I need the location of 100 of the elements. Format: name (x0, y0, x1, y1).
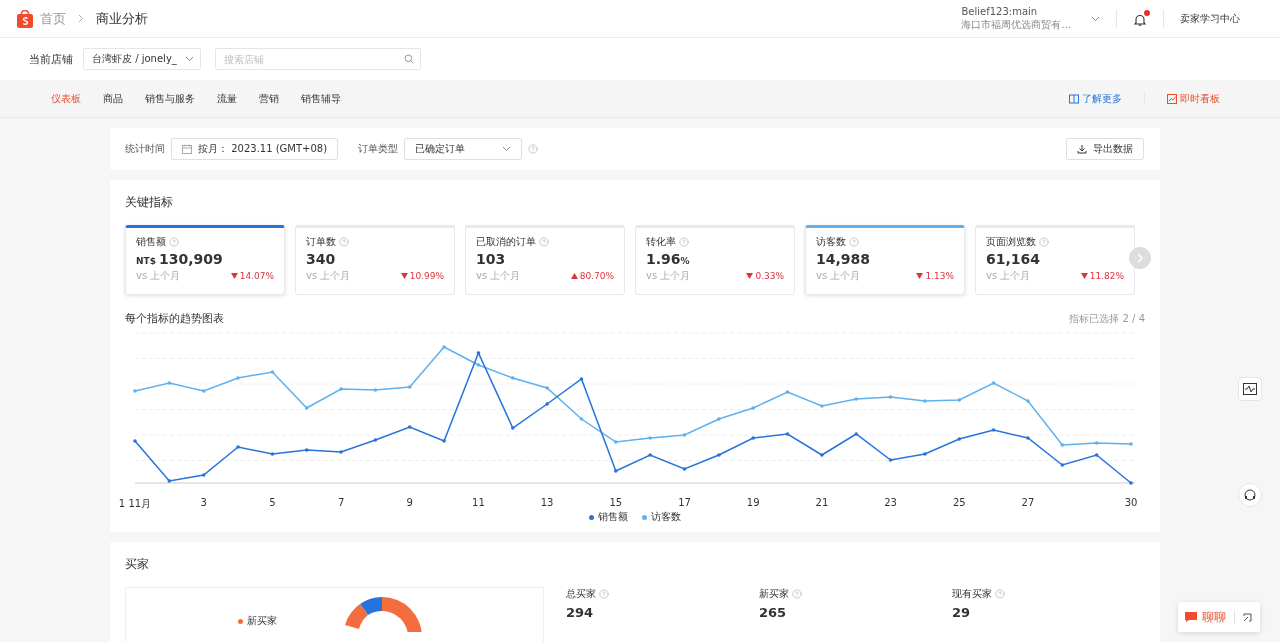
search-icon (403, 54, 414, 64)
help-icon (995, 589, 1005, 599)
chevron-right-icon (78, 14, 84, 23)
metric-label: 页面浏览数 (986, 235, 1036, 249)
help-icon (1039, 237, 1049, 247)
axis-label: 19 (746, 497, 760, 508)
axis-label: 3 (200, 497, 207, 508)
nav-tab[interactable]: 销售辅导 (301, 91, 341, 106)
notification-bell-icon[interactable] (1133, 11, 1147, 26)
help-icon (679, 237, 689, 247)
book-icon (1069, 93, 1079, 104)
section-title: 买家 (125, 556, 150, 573)
metric-card[interactable]: 销售额 NT$ 130,909 vs 上个月 14.07% (125, 225, 285, 295)
compare-label: vs 上个月 (476, 269, 521, 283)
nav-tab[interactable]: 仪表板 (51, 91, 81, 106)
axis-label: 9 (406, 497, 413, 508)
search-box[interactable]: 搜索店铺 (214, 48, 421, 70)
axis-label: 17 (678, 497, 691, 508)
chevron-right-icon (1136, 253, 1144, 263)
axis-label: 21 (815, 497, 829, 508)
account-name[interactable]: Belief123:main (961, 5, 1071, 17)
legend-label[interactable]: 访客数 (651, 510, 681, 524)
stat-label: 现有买家 (952, 587, 992, 601)
chevron-down-icon (184, 56, 194, 62)
help-icon (169, 237, 179, 247)
shop-name: 海口市福周优选商贸有... (961, 17, 1071, 32)
change-value: 10.99% (409, 271, 444, 281)
chevron-down-icon (502, 146, 512, 152)
axis-label: 1 11月 (118, 497, 152, 511)
learn-more-link[interactable]: 了解更多 (1069, 91, 1122, 106)
metric-value: 1.96% (646, 251, 691, 267)
compare-label: vs 上个月 (986, 269, 1031, 283)
nav-tab[interactable]: 营销 (259, 91, 279, 106)
chart-icon (1167, 93, 1177, 104)
legend-label[interactable]: 销售额 (598, 510, 628, 524)
store-select[interactable]: 台湾虾皮 / jonely_ (83, 48, 201, 70)
axis-label: 27 (1021, 497, 1035, 508)
download-icon (1077, 144, 1087, 154)
calendar-icon (182, 144, 192, 154)
export-button[interactable]: 导出数据 (1066, 138, 1144, 160)
metric-label: 销售额 (136, 235, 166, 249)
change-value: 0.33% (755, 271, 784, 281)
stat-value: 29 (952, 605, 972, 620)
section-title: 关键指标 (125, 194, 174, 211)
axis-label: 7 (337, 497, 345, 508)
learning-center-link[interactable]: 卖家学习中心 (1180, 11, 1240, 26)
metric-value: 340 (306, 251, 337, 267)
help-icon (599, 589, 609, 599)
stat-label: 总买家 (566, 587, 596, 601)
order-type-label: 订单类型 (358, 142, 399, 156)
chevron-down-icon (1091, 15, 1100, 22)
change-value: 11.82% (1089, 271, 1124, 281)
time-label: 统计时间 (125, 142, 165, 156)
order-type-select[interactable]: 已确定订单 (404, 138, 523, 160)
compare-label: vs 上个月 (136, 269, 181, 283)
headset-icon (1243, 488, 1257, 502)
axis-label: 25 (952, 497, 966, 508)
metric-card[interactable]: 已取消的订单 103 vs 上个月 80.70% (465, 225, 625, 295)
metric-card[interactable]: 转化率 1.96% vs 上个月 0.33% (635, 225, 795, 295)
nav-tab[interactable]: 流量 (217, 91, 237, 106)
help-icon (792, 589, 802, 599)
metric-card[interactable]: 订单数 340 vs 上个月 10.99% (295, 225, 455, 295)
metric-label: 转化率 (646, 235, 676, 249)
live-dashboard-link[interactable]: 即时看板 (1167, 91, 1220, 106)
metric-value: 14,988 (816, 251, 872, 267)
axis-label: 5 (269, 497, 276, 508)
support-button[interactable] (1238, 483, 1262, 507)
axis-label: 30 (1124, 497, 1138, 508)
metric-value: 103 (476, 251, 507, 267)
expand-icon (1243, 612, 1252, 622)
activity-button[interactable] (1238, 377, 1262, 401)
date-picker[interactable]: 按月： 2023.11 (GMT+08) (171, 138, 339, 160)
axis-label: 15 (609, 497, 623, 508)
help-icon (849, 237, 859, 247)
axis-label: 11 (472, 497, 485, 508)
stat-value: 265 (759, 605, 788, 620)
stat-label: 新买家 (759, 587, 789, 601)
stat-value: 294 (566, 605, 595, 620)
compare-label: vs 上个月 (306, 269, 351, 283)
change-value: 1.13% (925, 271, 954, 281)
nav-tab[interactable]: 销售与服务 (145, 91, 195, 106)
change-value: 14.07% (239, 271, 274, 281)
change-value: 80.70% (579, 271, 614, 281)
metric-card[interactable]: 访客数 14,988 vs 上个月 1.13% (805, 225, 965, 295)
compare-label: vs 上个月 (646, 269, 691, 283)
help-icon (528, 144, 539, 154)
help-icon (339, 237, 349, 247)
pulse-icon (1243, 383, 1257, 395)
axis-label: 23 (884, 497, 897, 508)
compare-label: vs 上个月 (816, 269, 861, 283)
nav-tab[interactable]: 商品 (103, 91, 123, 106)
metric-value: 61,164 (986, 251, 1042, 267)
breadcrumb-item: 商业分析 (96, 9, 148, 28)
legend-label: 新买家 (247, 614, 277, 628)
metric-value: NT$ 130,909 (136, 251, 224, 267)
chart-title: 每个指标的趋势图表 (125, 311, 224, 326)
chat-button[interactable]: 聊聊 (1178, 602, 1260, 632)
chat-icon (1184, 611, 1198, 623)
metric-label: 已取消的订单 (476, 235, 536, 249)
search-field[interactable]: 搜索店铺 (223, 53, 404, 65)
